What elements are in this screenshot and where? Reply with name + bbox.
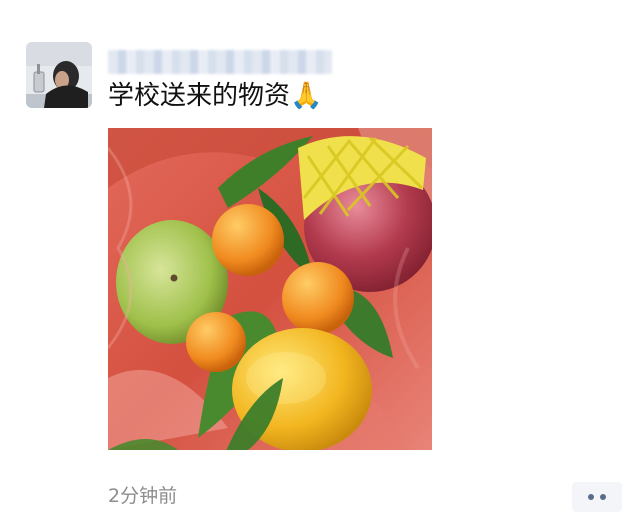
- more-dots-icon: [588, 494, 606, 500]
- moments-post: 学校送来的物资🙏 2分钟前: [0, 0, 642, 532]
- blurred-username: [108, 50, 332, 74]
- post-timestamp: 2分钟前: [108, 485, 178, 507]
- post-text: 学校送来的物资🙏: [108, 81, 323, 111]
- more-dot: [588, 494, 594, 500]
- avatar-image: [26, 42, 92, 108]
- more-dot: [600, 494, 606, 500]
- more-button[interactable]: [572, 482, 622, 512]
- photo-image: [108, 128, 432, 450]
- user-avatar[interactable]: [26, 42, 92, 108]
- fruit-photo[interactable]: [108, 128, 432, 450]
